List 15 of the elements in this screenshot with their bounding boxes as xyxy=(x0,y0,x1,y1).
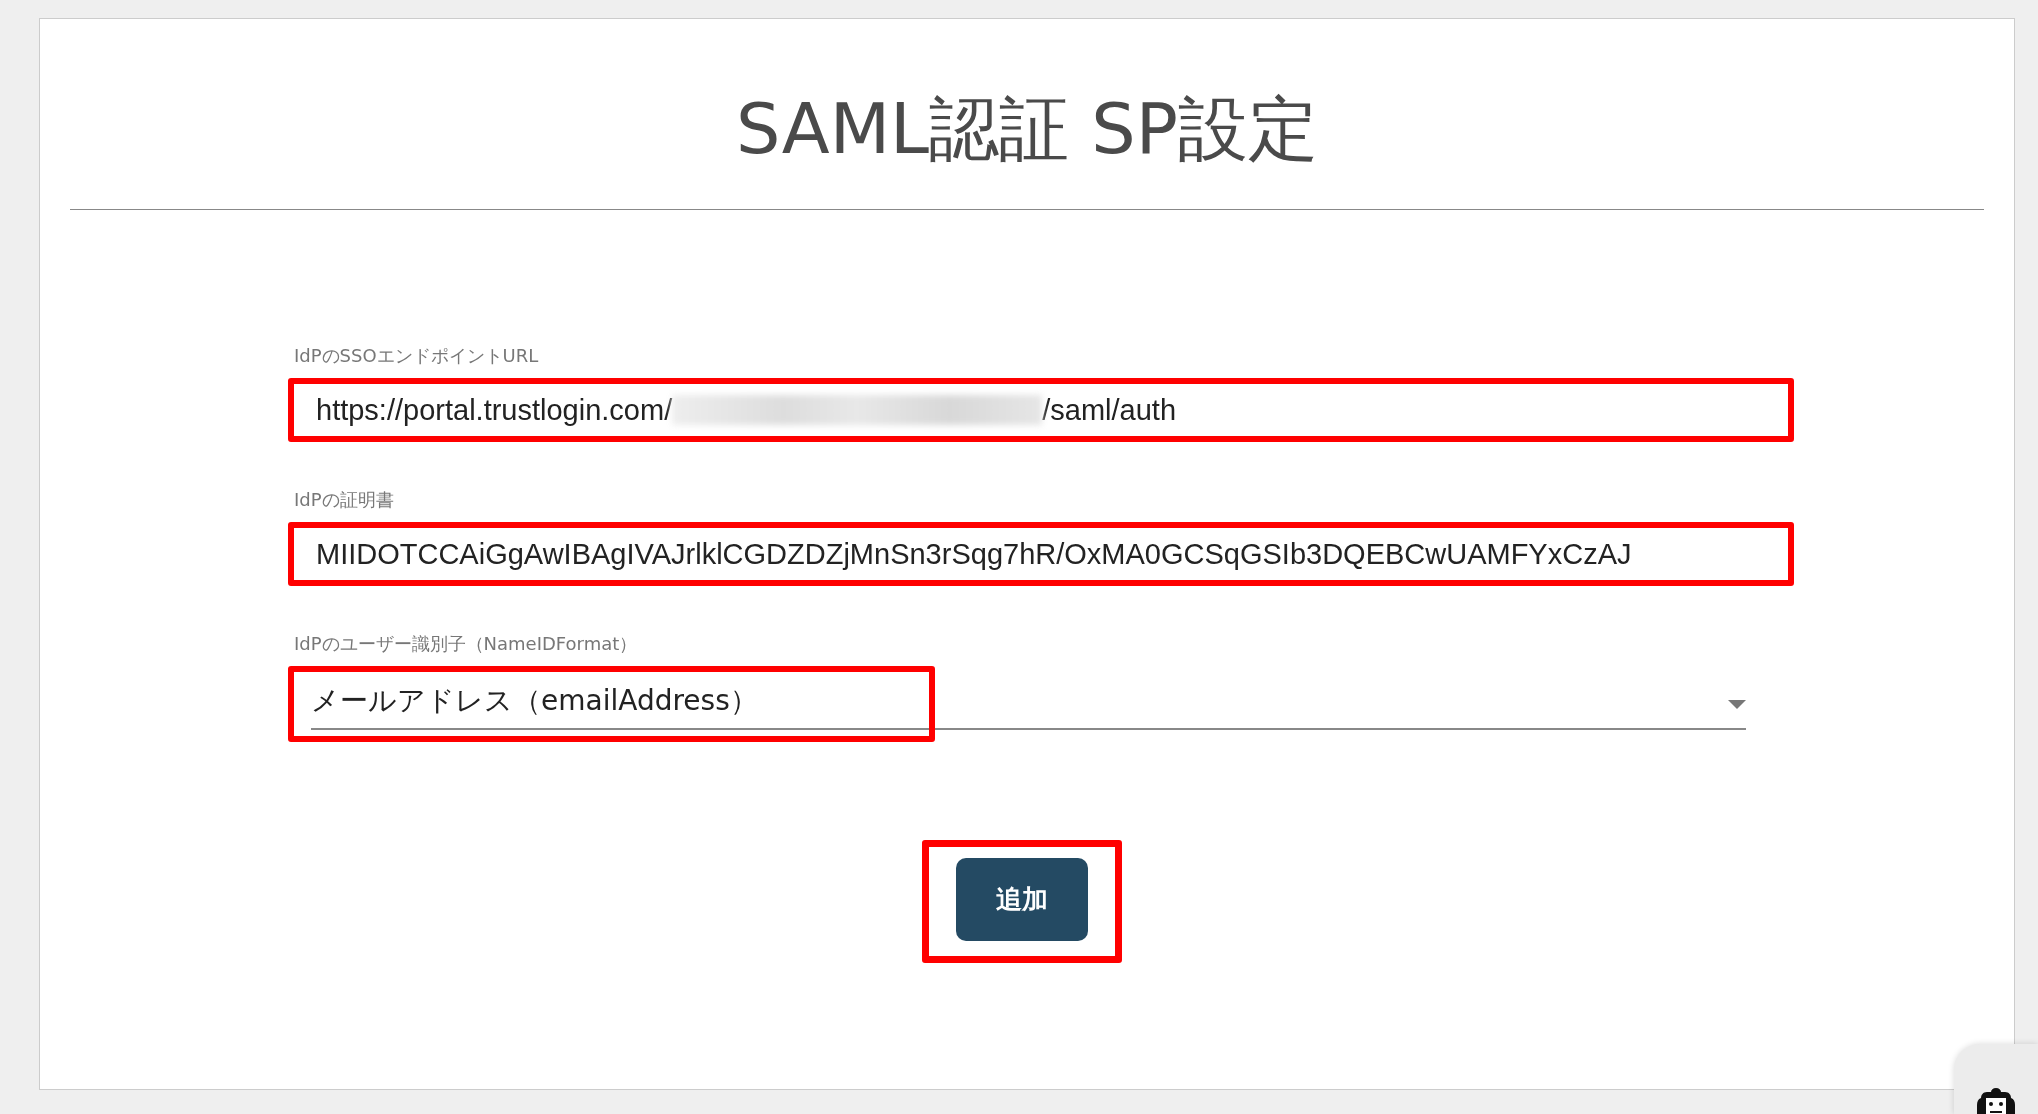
field-value: MIIDOTCCAiGgAwIBAgIVAJrlklCGDZDZjMnSn3rSqg7hR/OxMA0GCSqGSIb3DQEBCwUAMFYxCzAJ xyxy=(316,537,1632,571)
add-button[interactable]: 追加 xyxy=(956,858,1088,941)
field-label: IdPのSSOエンドポイントURL xyxy=(294,344,540,368)
field-value: https://portal.trustlogin.com/ xyxy=(316,393,673,427)
chat-widget-button[interactable] xyxy=(1954,1044,2038,1114)
caret-icon xyxy=(1728,700,1746,709)
dropdown-value: メールアドレス（emailAddress） xyxy=(311,684,758,717)
dropdown-field[interactable]: メールアドレス（emailAddress） xyxy=(288,666,935,742)
page-title: SAML認証 SP設定 xyxy=(735,91,1319,168)
field-value: /saml/auth xyxy=(1042,393,1176,427)
field-label: IdPの証明書 xyxy=(294,488,395,512)
input-field[interactable]: https://portal.trustlogin.com/ /saml/auth xyxy=(288,378,1794,442)
robot-icon xyxy=(1976,1088,2016,1114)
input-field[interactable]: MIIDOTCCAiGgAwIBAgIVAJrlklCGDZDZjMnSn3rSqg7hR/OxMA0GCSqGSIb3DQEBCwUAMFYxCzAJ xyxy=(288,522,1794,586)
field-label: IdPのユーザー識別子（NameIDFormat） xyxy=(294,632,639,656)
